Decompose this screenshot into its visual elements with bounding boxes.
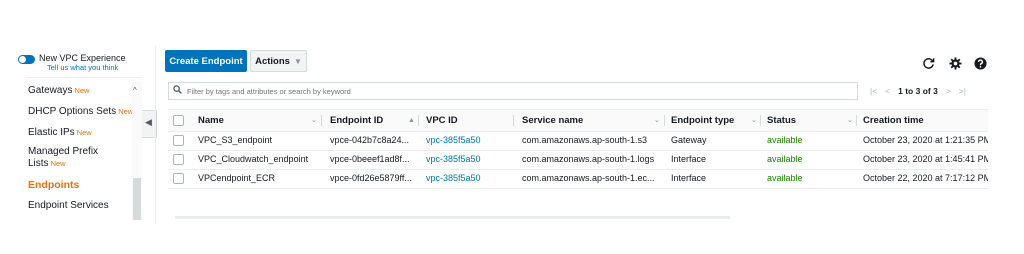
cell-endpoint-id: vpce-0beeef1ad8f... — [330, 154, 410, 164]
cell-name: VPC_S3_endpoint — [198, 135, 273, 145]
sidebar-item-gateways[interactable]: Gateways New — [28, 85, 89, 97]
vpc-id-link[interactable]: vpc-385f5a50 — [426, 131, 516, 150]
actions-dropdown[interactable]: Actions ▼ — [250, 50, 307, 72]
table-header: Name ⌄ Endpoint ID ▲ VPC ID Service name… — [168, 109, 988, 132]
chevron-down-icon: ▼ — [293, 56, 302, 66]
sidebar-item-endpoints[interactable]: Endpoints — [28, 179, 79, 191]
next-page-icon[interactable]: > — [946, 86, 951, 96]
cell-endpoint-type: Interface — [671, 154, 707, 164]
column-header-endpoint-type[interactable]: Endpoint type — [671, 110, 734, 131]
sidebar-item-endpoint-services[interactable]: Endpoint Services — [28, 200, 109, 212]
sort-icon[interactable]: ⌄ — [311, 110, 317, 131]
refresh-icon[interactable] — [922, 57, 935, 73]
filter-bar[interactable] — [168, 82, 858, 100]
sidebar-content-divider — [155, 46, 156, 224]
vpc-id-link[interactable]: vpc-385f5a50 — [426, 169, 516, 188]
sort-icon[interactable]: ⌄ — [654, 110, 660, 131]
sidebar-item-label: Endpoint Services — [28, 200, 109, 211]
toggle-switch-icon[interactable] — [18, 55, 35, 64]
first-page-icon[interactable]: |< — [870, 86, 877, 96]
cell-creation-time: October 22, 2020 at 7:17:12 PM — [863, 173, 988, 183]
cell-creation-time: October 23, 2020 at 1:21:35 PM — [863, 135, 988, 145]
cell-endpoint-type: Interface — [671, 173, 707, 183]
column-divider — [856, 115, 857, 126]
cell-service-name: com.amazonaws.ap-south-1.logs — [522, 154, 655, 164]
cell-creation-time: October 23, 2020 at 1:45:41 PM — [863, 154, 988, 164]
sort-icon[interactable]: ⌄ — [847, 110, 853, 131]
cell-endpoint-id: vpce-042b7c8a24... — [330, 135, 410, 145]
column-divider — [760, 115, 761, 126]
column-header-name[interactable]: Name — [198, 110, 224, 131]
create-endpoint-button[interactable]: Create Endpoint — [165, 50, 247, 72]
sidebar-item-elastic-ips[interactable]: Elastic IPs New — [28, 127, 92, 139]
row-checkbox[interactable] — [173, 173, 184, 184]
cell-status: available — [767, 173, 803, 183]
sidebar-nav: Gateways New DHCP Options Sets New Elastic… — [28, 82, 143, 220]
new-badge: New — [76, 128, 92, 137]
last-page-icon[interactable]: >| — [959, 86, 966, 96]
scroll-up-icon[interactable]: ^ — [133, 86, 137, 95]
cell-name: VPCendpoint_ECR — [198, 173, 276, 183]
pagination-info: 1 to 3 of 3 — [898, 86, 938, 96]
new-badge: New — [74, 86, 90, 95]
table-row[interactable]: VPCendpoint_ECR vpce-0fd26e5879ff... vpc… — [168, 169, 988, 189]
vpc-id-link[interactable]: vpc-385f5a50 — [426, 150, 516, 169]
cell-endpoint-id: vpce-0fd26e5879ff... — [330, 173, 412, 183]
search-icon — [173, 85, 187, 97]
new-vpc-experience-toggle[interactable]: New VPC Experience Tell us what you thin… — [18, 53, 126, 73]
filter-input[interactable] — [187, 86, 787, 96]
table-row[interactable]: VPC_S3_endpoint vpce-042b7c8a24... vpc-3… — [168, 131, 988, 151]
new-vpc-experience-title: New VPC Experience — [39, 53, 126, 63]
help-icon[interactable] — [974, 57, 987, 73]
column-header-endpoint-id[interactable]: Endpoint ID — [330, 110, 383, 131]
new-badge: New — [118, 107, 134, 116]
cell-service-name: com.amazonaws.ap-south-1.s3 — [522, 135, 648, 145]
pagination: |< < 1 to 3 of 3 > >| — [866, 83, 970, 99]
horizontal-scrollbar[interactable] — [175, 216, 730, 219]
chevron-left-icon: ◀ — [145, 117, 152, 127]
cell-service-name: com.amazonaws.ap-south-1.ec... — [522, 173, 655, 183]
column-divider — [513, 115, 514, 126]
column-divider — [321, 115, 322, 126]
row-checkbox[interactable] — [173, 154, 184, 165]
sidebar-item-managed-prefix-lists[interactable]: Managed Prefix Lists New — [28, 146, 132, 170]
column-header-creation-time[interactable]: Creation time — [863, 110, 924, 131]
cell-name: VPC_Cloudwatch_endpoint — [198, 154, 309, 164]
sort-ascending-icon[interactable]: ▲ — [408, 110, 415, 131]
cell-status: available — [767, 154, 803, 164]
sidebar-item-label: Gateways — [28, 85, 73, 96]
table-row[interactable]: VPC_Cloudwatch_endpoint vpce-0beeef1ad8f… — [168, 150, 988, 170]
row-checkbox[interactable] — [173, 135, 184, 146]
sort-icon[interactable]: ⌄ — [751, 110, 757, 131]
sidebar-item-label: Endpoints — [28, 179, 80, 191]
sidebar-item-dhcp-options-sets[interactable]: DHCP Options Sets New — [28, 106, 133, 118]
sidebar-item-label: Elastic IPs — [28, 127, 75, 138]
cell-endpoint-type: Gateway — [671, 135, 707, 145]
select-all-checkbox[interactable] — [173, 115, 184, 126]
gear-icon[interactable] — [949, 57, 962, 73]
actions-label: Actions — [255, 55, 290, 67]
feedback-link[interactable]: Tell us what you think — [47, 63, 126, 73]
column-divider — [664, 115, 665, 126]
sidebar-divider — [26, 77, 142, 78]
cell-status: available — [767, 135, 803, 145]
new-vpc-experience-text: New VPC Experience Tell us what you thin… — [39, 53, 126, 73]
column-header-service-name[interactable]: Service name — [522, 110, 583, 131]
sidebar-scroll-thumb[interactable] — [133, 178, 141, 220]
new-badge: New — [50, 159, 66, 168]
sidebar-item-label: DHCP Options Sets — [28, 106, 117, 117]
previous-page-icon[interactable]: < — [885, 86, 890, 96]
column-divider — [418, 115, 419, 126]
column-header-status[interactable]: Status — [767, 110, 796, 131]
column-header-vpc-id[interactable]: VPC ID — [426, 110, 458, 131]
